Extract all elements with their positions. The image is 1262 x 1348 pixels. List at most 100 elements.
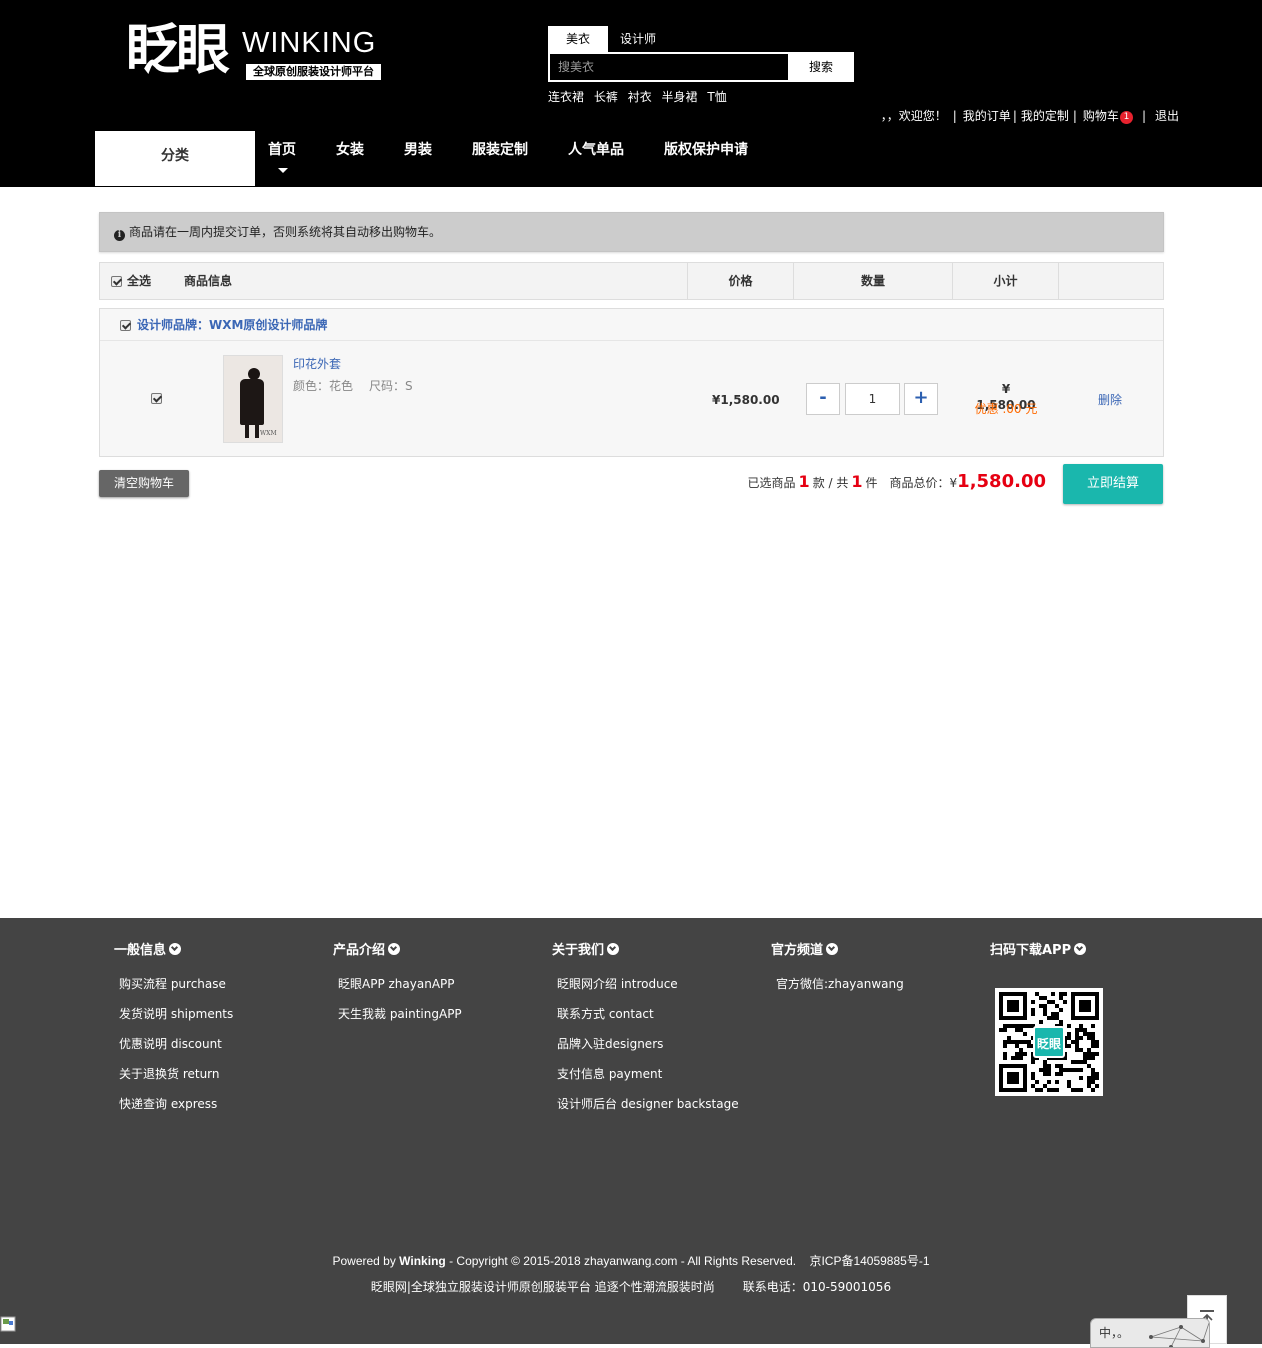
chevron-down-icon xyxy=(169,943,182,955)
footer-col-title[interactable]: 扫码下载APP xyxy=(990,942,1087,960)
search-box: 搜索 xyxy=(548,52,854,82)
footer-col-app: 扫码下载APP 眨眼 xyxy=(990,942,1103,1096)
col-info-header: 商品信息 xyxy=(184,274,233,288)
footer-link[interactable]: 眨眼网介绍 introduce xyxy=(557,976,739,992)
footer-col-title-text: 扫码下载APP xyxy=(990,943,1072,958)
nav-women[interactable]: 女装 xyxy=(336,139,364,161)
search-button[interactable]: 搜索 xyxy=(788,52,854,82)
search-tab-designer[interactable]: 设计师 xyxy=(608,26,668,52)
shop-name[interactable]: 设计师品牌：WXM原创设计师品牌 xyxy=(137,317,327,333)
app-qr-code: 眨眼 xyxy=(995,988,1103,1096)
notice-text: 商品请在一周内提交订单，否则系统将其自动移出购物车。 xyxy=(129,225,442,239)
back-to-top-icon xyxy=(1200,1310,1214,1312)
select-all-checkbox[interactable] xyxy=(111,276,122,287)
logo-english: WINKING xyxy=(242,27,377,59)
welcome-text: ，，欢迎您！ xyxy=(880,109,947,123)
footer-col-title[interactable]: 一般信息 xyxy=(114,942,233,960)
pieces-label: 件 xyxy=(865,476,878,490)
nav-custom[interactable]: 服装定制 xyxy=(472,139,528,161)
main-nav: 分类 首页 女装 男装 服装定制 人气单品 版权保护申请 xyxy=(95,131,1175,187)
hot-word-link[interactable]: 衬衣 xyxy=(628,90,652,104)
product-spec: 颜色：花色 尺码：S xyxy=(293,378,413,394)
logout-link[interactable]: 退出 xyxy=(1155,109,1179,123)
product-size: 尺码：S xyxy=(369,379,413,393)
delete-item-link[interactable]: 删除 xyxy=(1098,392,1122,408)
cart-table-header: 全选 商品信息 价格 数量 小计 xyxy=(99,262,1164,300)
copyright-prefix: Powered by xyxy=(332,1254,400,1268)
nav-popular[interactable]: 人气单品 xyxy=(568,139,624,161)
quantity-decrease-button[interactable]: - xyxy=(806,383,840,415)
quantity-increase-button[interactable]: + xyxy=(904,383,938,415)
shop-group: 设计师品牌：WXM原创设计师品牌 WXM 印花外套 颜色：花色 尺码：S ¥1,5… xyxy=(99,308,1164,457)
shop-checkbox[interactable] xyxy=(120,320,131,331)
footer-col-general: 一般信息 购买流程 purchase 发货说明 shipments 优惠说明 d… xyxy=(114,942,233,1126)
copyright-brand: Winking xyxy=(399,1254,446,1268)
product-thumbnail[interactable]: WXM xyxy=(223,355,283,443)
quantity-input[interactable]: 1 xyxy=(845,383,900,415)
col-subtotal-header: 小计 xyxy=(952,263,1058,299)
footer-col-title-text: 产品介绍 xyxy=(333,943,386,958)
thumbnail-figure xyxy=(245,424,249,438)
cart-count-badge: 1 xyxy=(1119,111,1133,124)
footer-link[interactable]: 官方微信:zhayanwang xyxy=(776,976,904,992)
chevron-down-icon xyxy=(388,943,401,955)
search-tab-clothing[interactable]: 美衣 xyxy=(548,26,608,52)
footer-link[interactable]: 支付信息 payment xyxy=(557,1066,739,1082)
footer-link[interactable]: 联系方式 contact xyxy=(557,1006,739,1022)
my-orders-link[interactable]: 我的订单 xyxy=(963,109,1011,123)
contact-phone: 联系电话：010-59001056 xyxy=(742,1280,892,1294)
product-name-link[interactable]: 印花外套 xyxy=(293,356,341,372)
site-logo[interactable]: 眨眼 WINKING 全球原创服装设计师平台 xyxy=(126,18,386,84)
my-custom-link[interactable]: 我的定制 xyxy=(1021,109,1069,123)
col-price-header: 价格 xyxy=(687,263,793,299)
footer-col-channels: 官方频道 官方微信:zhayanwang xyxy=(771,942,904,1006)
footer-link[interactable]: 优惠说明 discount xyxy=(119,1036,233,1052)
selected-label: 已选商品 xyxy=(747,476,796,490)
nav-men[interactable]: 男装 xyxy=(404,139,432,161)
thumbnail-figure xyxy=(255,424,259,438)
thumbnail-brand-mark: WXM xyxy=(260,430,277,437)
selected-count: 1 xyxy=(798,472,810,491)
total-count: 1 xyxy=(851,472,863,491)
cart-summary: 已选商品 1 款 / 共 1 件商品总价：¥1,580.00 xyxy=(748,470,1046,494)
footer-col-products: 产品介绍 眨眼APP zhayanAPP 天生我裁 paintingAPP xyxy=(333,942,462,1036)
icp-number[interactable]: 京ICP备14059885号-1 xyxy=(809,1254,929,1268)
search-input[interactable] xyxy=(550,54,788,80)
kinds-label: 款 / 共 xyxy=(812,476,849,490)
nav-copyright-apply[interactable]: 版权保护申请 xyxy=(664,139,748,161)
footer-slogan: 眨眼网|全球独立服装设计师原创服装平台 追逐个性潮流服装时尚 联系电话：010-5… xyxy=(0,1279,1262,1295)
item-checkbox[interactable] xyxy=(151,393,162,404)
footer-link[interactable]: 发货说明 shipments xyxy=(119,1006,233,1022)
hot-word-link[interactable]: T恤 xyxy=(707,90,726,104)
logo-tagline: 全球原创服装设计师平台 xyxy=(246,64,381,80)
total-label: 商品总价：¥ xyxy=(889,476,958,490)
footer-col-title[interactable]: 产品介绍 xyxy=(333,942,462,960)
hot-word-link[interactable]: 半身裙 xyxy=(662,90,698,104)
footer-link[interactable]: 眨眼APP zhayanAPP xyxy=(338,976,462,992)
footer-link[interactable]: 购买流程 purchase xyxy=(119,976,233,992)
site-header: 眨眼 WINKING 全球原创服装设计师平台 美衣 设计师 搜索 连衣裙 长裤 … xyxy=(0,0,1262,187)
hot-word-link[interactable]: 长裤 xyxy=(594,90,618,104)
checkout-button[interactable]: 立即结算 xyxy=(1063,464,1163,504)
select-all-label: 全选 xyxy=(127,274,152,288)
footer-link[interactable]: 快递查询 express xyxy=(119,1096,233,1112)
footer-col-title[interactable]: 官方频道 xyxy=(771,942,904,960)
footer-link[interactable]: 品牌入驻designers xyxy=(557,1036,739,1052)
chevron-down-icon xyxy=(1074,943,1087,955)
footer-col-title-text: 关于我们 xyxy=(552,943,605,958)
cart-link[interactable]: 购物车 1 xyxy=(1083,109,1133,124)
col-action-header xyxy=(1058,263,1164,299)
footer-link[interactable]: 关于退换货 return xyxy=(119,1066,233,1082)
info-icon: i xyxy=(114,230,125,241)
copyright-text: - Copyright © 2015-2018 zhayanwang.com -… xyxy=(445,1254,797,1268)
hot-word-link[interactable]: 连衣裙 xyxy=(548,90,584,104)
clear-cart-button[interactable]: 清空购物车 xyxy=(99,470,189,497)
nav-category[interactable]: 分类 xyxy=(95,131,255,186)
nav-home[interactable]: 首页 xyxy=(268,139,296,161)
footer-link[interactable]: 设计师后台 designer backstage xyxy=(557,1096,739,1112)
site-footer: 一般信息 购买流程 purchase 发货说明 shipments 优惠说明 d… xyxy=(0,918,1262,1344)
chevron-down-icon xyxy=(607,943,620,955)
footer-link[interactable]: 天生我裁 paintingAPP xyxy=(338,1006,462,1022)
slogan-text: 眨眼网|全球独立服装设计师原创服装平台 追逐个性潮流服装时尚 xyxy=(370,1280,715,1294)
footer-col-title[interactable]: 关于我们 xyxy=(552,942,739,960)
